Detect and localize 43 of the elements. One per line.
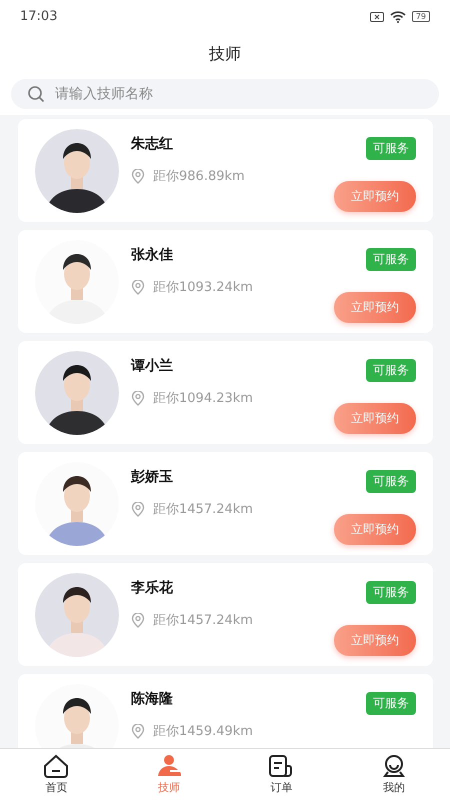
location-pin-icon [131, 612, 145, 628]
page-title: 技师 [208, 42, 242, 64]
technician-name: 李乐花 [131, 579, 174, 597]
nav-tab[interactable]: 首页 [0, 749, 112, 800]
status-badge: 可服务 [366, 581, 416, 604]
technician-card[interactable]: 彭娇玉 距你1457.24km 可服务 立即预约 [18, 452, 433, 555]
distance-text: 距你1094.23km [153, 390, 253, 407]
technician-card[interactable]: 陈海隆 距你1459.49km 可服务 [18, 674, 433, 748]
distance-text: 距你1457.24km [153, 612, 253, 629]
status-badge: 可服务 [366, 470, 416, 493]
status-badge: 可服务 [366, 359, 416, 382]
technician-card[interactable]: 朱志红 距你986.89km 可服务 立即预约 [18, 119, 433, 222]
battery-indicator: 79 [412, 11, 430, 22]
location-pin-icon [131, 502, 145, 516]
status-badge: 可服务 [366, 692, 416, 715]
location-pin-icon [131, 724, 145, 738]
technician-card[interactable]: 谭小兰 距你1094.23km 可服务 立即预约 [18, 341, 433, 444]
status-badge: 可服务 [366, 137, 416, 160]
location-pin-icon [131, 390, 145, 406]
location-pin-icon [131, 280, 145, 294]
technician-name: 谭小兰 [131, 357, 174, 375]
status-time: 17:03 [20, 9, 58, 24]
nav-tab[interactable]: 我的 [338, 749, 450, 800]
nav-tab[interactable]: 订单 [225, 749, 338, 800]
distance-text: 距你1093.24km [153, 279, 253, 296]
technician-name: 张永佳 [131, 246, 174, 264]
search-field[interactable]: 请输入技师名称 [11, 79, 439, 109]
distance-text: 距你1457.24km [153, 501, 253, 518]
document-icon [268, 754, 294, 778]
sim-icon [370, 12, 384, 22]
status-badge: 可服务 [366, 248, 416, 271]
smiley-icon [380, 754, 407, 778]
wifi-icon [390, 10, 406, 22]
technician-name: 陈海隆 [131, 690, 174, 708]
home-icon [43, 754, 70, 778]
technician-name: 彭娇玉 [131, 468, 174, 486]
technician-card[interactable]: 张永佳 距你1093.24km 可服务 立即预约 [18, 230, 433, 333]
distance-text: 距你986.89km [153, 168, 245, 185]
technician-name: 朱志红 [131, 135, 174, 153]
person-icon [156, 754, 182, 778]
technician-card[interactable]: 李乐花 距你1457.24km 可服务 立即预约 [18, 563, 433, 666]
distance-text: 距你1459.49km [153, 723, 253, 740]
location-pin-icon [131, 168, 145, 184]
